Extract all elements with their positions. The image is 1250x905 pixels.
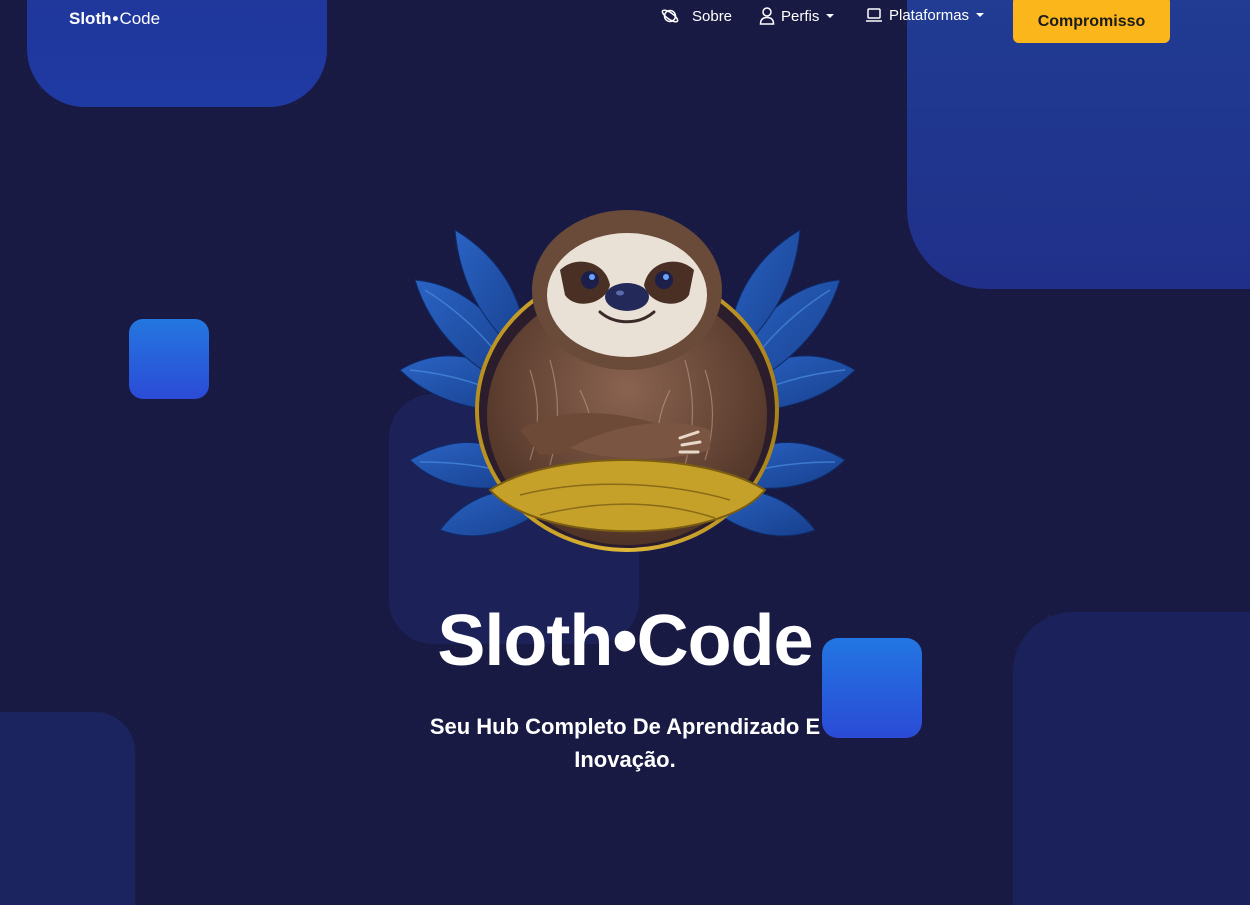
user-icon [759,6,775,26]
brand-logo-link[interactable]: Sloth•Code [69,9,160,29]
nav-item-perfis[interactable]: Perfis [759,6,835,26]
sloth-mascot-image [380,200,875,560]
brand-dot: • [112,9,119,28]
compromisso-button[interactable]: Compromisso [1013,0,1170,43]
hero-subtitle: Seu Hub Completo De Aprendizado E Inovaç… [429,714,821,772]
planet-icon [660,6,680,26]
chevron-down-icon [826,14,835,18]
hero-title: Sloth•Code [437,601,813,681]
brand-name-light: Code [119,9,161,28]
laptop-icon [865,6,883,24]
decorative-shape [0,712,135,905]
nav-item-label: Plataformas [889,6,970,24]
nav-item-label: Sobre [692,7,733,25]
decorative-shape [129,319,209,399]
decorative-shape [822,638,922,738]
brand-name-bold: Sloth [69,9,112,28]
nav-item-plataformas[interactable]: Plataformas [865,6,985,24]
nav-item-label: Perfis [781,7,820,25]
chevron-down-icon [976,13,985,17]
nav-item-sobre[interactable]: Sobre [660,6,732,26]
